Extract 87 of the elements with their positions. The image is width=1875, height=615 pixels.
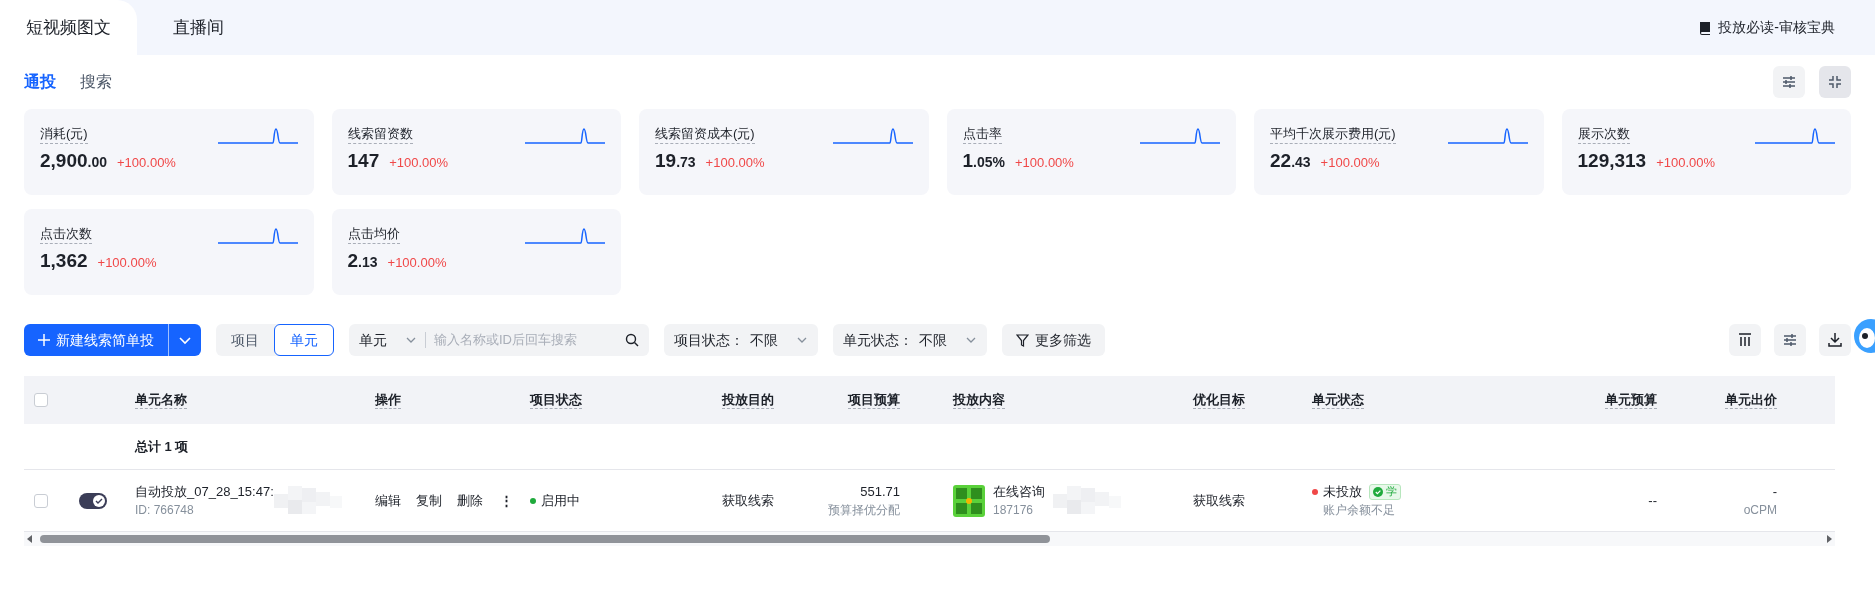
column-header[interactable]: 优化目标 xyxy=(1193,391,1245,409)
column-header[interactable]: 单元名称 xyxy=(135,391,187,409)
column-header[interactable]: 投放目的 xyxy=(722,391,774,409)
learning-badge: 学 xyxy=(1369,483,1401,500)
column-header[interactable]: 投放内容 xyxy=(953,391,1005,409)
more-filters-button[interactable]: 更多筛选 xyxy=(1002,324,1105,356)
metric-label: 点击次数 xyxy=(40,225,92,244)
metric-value: 22.43 xyxy=(1270,149,1311,173)
purpose-text: 获取线索 xyxy=(722,491,775,510)
column-header[interactable]: 单元状态 xyxy=(1312,391,1364,409)
sub-tab[interactable]: 通投 xyxy=(24,70,56,94)
column-header[interactable]: 单元预算 xyxy=(1605,391,1657,409)
content-title: 在线咨询 xyxy=(993,482,1045,501)
column-header[interactable]: 项目预算 xyxy=(848,391,900,409)
metric-value: 129,313 xyxy=(1577,149,1647,173)
summary-text: 总计 1 项 xyxy=(135,437,189,456)
more-button[interactable]: ⋮ xyxy=(498,490,515,511)
action-link[interactable]: 删除 xyxy=(457,490,483,511)
level-tab[interactable]: 单元 xyxy=(274,324,334,356)
metric-value: 2.13 xyxy=(347,249,378,273)
metric-label: 点击率 xyxy=(962,125,1002,144)
filter-value: 不限 xyxy=(919,330,947,350)
scrollbar-thumb[interactable] xyxy=(40,535,1050,543)
book-icon xyxy=(1698,20,1713,35)
content-id: 187176 xyxy=(993,502,1035,520)
status-note: 账户余额不足 xyxy=(1322,502,1396,520)
metric-label: 线索留资成本(元) xyxy=(655,125,755,144)
settings-button[interactable] xyxy=(1773,66,1805,98)
filter-value: 不限 xyxy=(750,330,778,350)
horizontal-scrollbar[interactable] xyxy=(24,532,1835,546)
plus-icon xyxy=(38,334,50,346)
budget-note: 预算择优分配 xyxy=(828,502,900,520)
sub-tab[interactable]: 搜索 xyxy=(80,70,112,94)
metric-value: 147 xyxy=(347,149,380,173)
metric-change: +100.00% xyxy=(387,254,447,272)
collapse-button[interactable] xyxy=(1819,66,1851,98)
filter-icon xyxy=(1016,333,1029,347)
filter-select[interactable]: 项目状态： 不限 xyxy=(664,324,818,356)
metric-value: 1,362 xyxy=(40,249,88,273)
metric-label: 展示次数 xyxy=(1577,125,1630,144)
metric-label: 线索留资数 xyxy=(347,125,413,144)
settings-button[interactable] xyxy=(1774,324,1806,356)
metric-change: +100.00% xyxy=(389,154,449,172)
unit-id: ID: 766748 xyxy=(135,502,194,520)
checkbox[interactable] xyxy=(34,393,48,407)
status-text: 未投放 xyxy=(1323,482,1362,501)
search-icon xyxy=(625,333,639,347)
checkbox[interactable] xyxy=(34,493,48,508)
filter-label: 项目状态： xyxy=(674,330,744,350)
budget-value: 551.71 xyxy=(860,482,900,501)
unit-budget: -- xyxy=(1648,491,1657,510)
metric-change: +100.00% xyxy=(1656,154,1716,172)
metric-label: 消耗(元) xyxy=(40,125,88,144)
search-field[interactable]: 单元 输入名称或ID后回车搜索 xyxy=(349,324,649,356)
column-header[interactable]: 单元出价 xyxy=(1725,391,1777,409)
action-link[interactable]: 编辑 xyxy=(375,490,401,511)
metric-label: 平均千次展示费用(元) xyxy=(1270,125,1396,144)
assistant-icon[interactable] xyxy=(1851,318,1875,354)
metric-change: +100.00% xyxy=(705,154,765,172)
action-link[interactable]: 复制 xyxy=(416,490,442,511)
status-text: 启用中 xyxy=(541,491,580,510)
level-tab[interactable]: 项目 xyxy=(216,324,274,356)
column-header[interactable]: 操作 xyxy=(375,391,401,409)
top-tab[interactable]: 直播间 xyxy=(137,0,260,55)
create-button[interactable]: 新建线索简单投 xyxy=(24,324,169,356)
metric-change: +100.00% xyxy=(1015,154,1074,172)
metric-value: 19.73 xyxy=(655,149,696,173)
filter-select[interactable]: 单元状态： 不限 xyxy=(833,324,987,356)
metric-value: 1.05% xyxy=(962,149,1005,173)
metric-value: 2,900.00 xyxy=(40,149,107,173)
columns-button[interactable] xyxy=(1729,324,1761,356)
unit-name[interactable]: 自动投放_07_28_15:47: xyxy=(135,481,274,502)
column-header[interactable]: 项目状态 xyxy=(530,391,582,409)
download-button[interactable] xyxy=(1819,324,1851,356)
top-tab[interactable]: 短视频图文 xyxy=(0,0,137,55)
guide-link[interactable]: 投放必读-审核宝典 xyxy=(1718,17,1835,38)
metric-change: +100.00% xyxy=(117,154,176,172)
filter-label: 单元状态： xyxy=(843,330,913,350)
bid-type: oCPM xyxy=(1743,502,1777,520)
metric-label: 点击均价 xyxy=(347,225,400,244)
toggle-switch[interactable] xyxy=(79,492,107,509)
scope-select[interactable]: 单元 xyxy=(359,329,387,351)
dropdown-button[interactable] xyxy=(169,324,201,356)
unit-bid: - xyxy=(1772,482,1777,501)
optimize-text: 获取线索 xyxy=(1193,491,1246,510)
metric-change: +100.00% xyxy=(97,254,157,272)
metric-change: +100.00% xyxy=(1320,154,1380,172)
